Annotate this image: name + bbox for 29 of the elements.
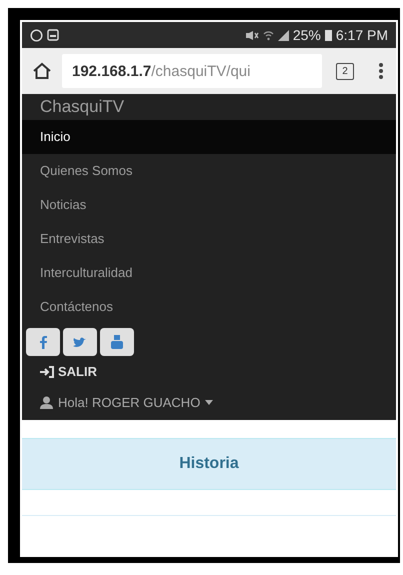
panel-title: Historia [179, 455, 239, 473]
social-button[interactable] [63, 328, 97, 356]
menu-item[interactable]: Inicio [22, 120, 396, 154]
menu-item[interactable]: Quienes Somos [22, 154, 396, 188]
logout-link[interactable]: SALIR [40, 364, 97, 379]
user-menu[interactable]: Hola! ROGER GUACHO [40, 395, 214, 410]
menu-item[interactable]: Entrevistas [22, 222, 396, 256]
signal-icon [278, 30, 289, 40]
mute-icon [244, 30, 259, 40]
menu-icon[interactable] [378, 62, 384, 80]
home-icon[interactable] [32, 62, 52, 80]
image-icon [47, 29, 59, 41]
facebook-icon [40, 336, 46, 348]
tab-count-button[interactable]: 2 [336, 62, 354, 80]
menu-item[interactable]: Noticias [22, 188, 396, 222]
social-button[interactable] [26, 328, 60, 356]
user-icon [40, 396, 53, 409]
social-button[interactable] [100, 328, 134, 356]
address-field[interactable]: 192.168.1.7/chasquiTV/qui [62, 54, 322, 88]
battery-level: 25% [292, 27, 321, 43]
menu-item[interactable]: Interculturalidad [22, 256, 396, 290]
menu-item[interactable]: Contáctenos [22, 290, 396, 324]
site-brand[interactable]: ChasquiTV [40, 97, 124, 117]
wifi-icon [262, 30, 274, 40]
battery-icon [324, 29, 332, 41]
caret-icon [205, 400, 214, 405]
bird-icon [73, 336, 87, 348]
sign-in-icon [40, 366, 55, 378]
clock: 6:17 PM [336, 27, 388, 43]
